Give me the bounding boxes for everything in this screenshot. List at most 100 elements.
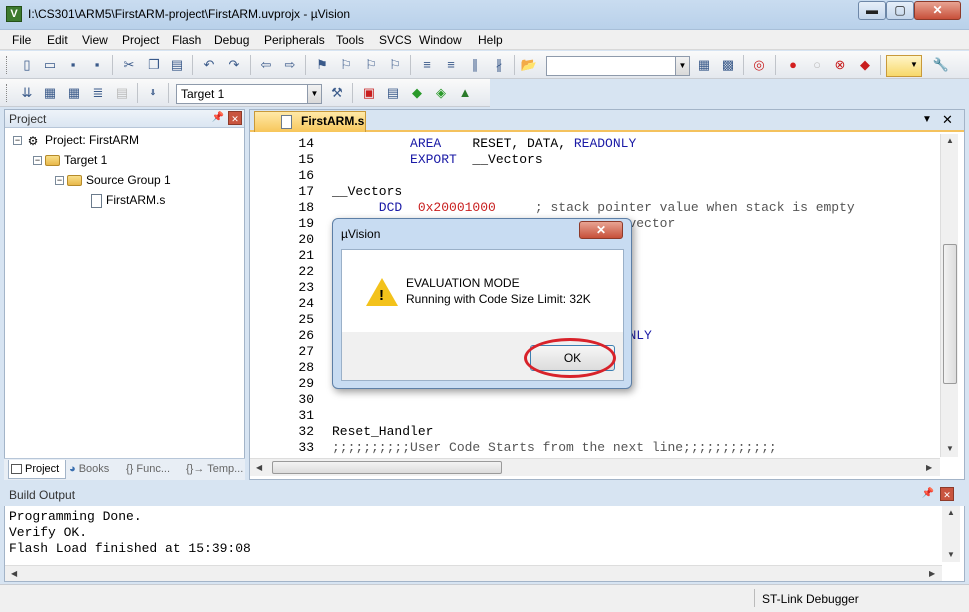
close-icon[interactable]: ✕ xyxy=(228,111,242,125)
tab-firstarm-s[interactable]: FirstARM.s xyxy=(254,111,366,132)
scroll-left-icon[interactable]: ◀ xyxy=(11,569,17,578)
translate-icon[interactable]: ⇊ xyxy=(18,84,36,102)
configure-icon[interactable]: 🔧 xyxy=(932,56,950,74)
chevron-down-icon[interactable]: ▼ xyxy=(307,85,321,103)
horizontal-scroll-thumb[interactable] xyxy=(272,461,502,474)
collapse-icon[interactable]: − xyxy=(55,176,64,186)
batch-build-icon[interactable]: ≣ xyxy=(89,84,107,102)
disable-breakpoints-icon[interactable]: ⊗ xyxy=(831,56,849,74)
scroll-right-icon[interactable]: ▶ xyxy=(929,569,935,578)
enable-breakpoint-icon[interactable]: ○ xyxy=(808,56,826,74)
tree-item-source-group[interactable]: − Source Group 1 xyxy=(55,171,171,189)
kill-breakpoints-icon[interactable]: ◆ xyxy=(856,56,874,74)
search-combo[interactable]: ▼ xyxy=(546,56,690,76)
manage-project-items-icon[interactable]: ▣ xyxy=(360,84,378,102)
find-icon[interactable]: ▦ xyxy=(695,56,713,74)
stop-build-icon[interactable]: ▤ xyxy=(113,84,131,102)
scroll-down-icon[interactable]: ▼ xyxy=(946,444,954,453)
new-file-icon[interactable]: ▯ xyxy=(18,56,36,74)
copy-icon[interactable]: ❐ xyxy=(145,56,163,74)
editor-vertical-scrollbar[interactable]: ▲ ▼ xyxy=(940,134,958,457)
menu-project[interactable]: Project xyxy=(122,33,159,47)
target-options-icon[interactable]: ⚒ xyxy=(328,84,346,102)
menu-edit[interactable]: Edit xyxy=(47,33,68,47)
dialog-close-button[interactable]: ✕ xyxy=(579,221,623,239)
comment-icon[interactable]: ∥ xyxy=(466,56,484,74)
tree-item-target[interactable]: − Target 1 xyxy=(33,151,107,169)
save-all-icon[interactable]: ▪ xyxy=(88,56,106,74)
select-packs-icon[interactable]: ▤ xyxy=(384,84,402,102)
open-file-icon[interactable]: ▭ xyxy=(41,56,59,74)
close-tab-icon[interactable]: ✕ xyxy=(942,112,953,128)
target-select[interactable]: Target 1 ▼ xyxy=(176,84,322,104)
close-button[interactable]: ✕ xyxy=(914,1,961,20)
next-bookmark-icon[interactable]: ⚐ xyxy=(362,56,380,74)
unindent-icon[interactable]: ≡ xyxy=(442,56,460,74)
minimize-button[interactable]: ▬ xyxy=(858,1,886,20)
uncomment-icon[interactable]: ∦ xyxy=(490,56,508,74)
tree-item-file[interactable]: FirstARM.s xyxy=(91,191,165,209)
build-output-horizontal-scrollbar[interactable]: ◀ ▶ xyxy=(5,565,942,581)
bookmark-icon[interactable]: ⚑ xyxy=(313,56,331,74)
start-debug-icon[interactable]: ◎ xyxy=(750,56,768,74)
scroll-down-icon[interactable]: ▼ xyxy=(947,550,955,559)
save-icon[interactable]: ▪ xyxy=(64,56,82,74)
window-layout-button[interactable]: ▼ xyxy=(886,55,922,77)
code-line[interactable]: 15 EXPORT __Vectors xyxy=(250,152,940,168)
tab-project[interactable]: Project xyxy=(8,460,66,479)
build-icon[interactable]: ▦ xyxy=(41,84,59,102)
menu-flash[interactable]: Flash xyxy=(172,33,201,47)
paste-icon[interactable]: ▤ xyxy=(168,56,186,74)
rebuild-icon[interactable]: ▦ xyxy=(65,84,83,102)
code-line[interactable]: 30 xyxy=(250,392,940,408)
menu-svcs[interactable]: SVCS xyxy=(379,33,412,47)
prev-bookmark-icon[interactable]: ⚐ xyxy=(337,56,355,74)
tab-templates[interactable]: {}→ Temp... xyxy=(184,460,244,479)
indent-icon[interactable]: ≡ xyxy=(418,56,436,74)
code-line[interactable]: 14 AREA RESET, DATA, READONLY xyxy=(250,136,940,152)
editor-horizontal-scrollbar[interactable]: ◀ ▶ xyxy=(250,458,940,476)
code-line[interactable]: 17 __Vectors xyxy=(250,184,940,200)
scroll-left-icon[interactable]: ◀ xyxy=(256,463,262,472)
toolbar-grip[interactable] xyxy=(6,84,9,102)
cut-icon[interactable]: ✂ xyxy=(120,56,138,74)
download-icon[interactable]: ⇓ xyxy=(144,84,162,102)
maximize-button[interactable]: ▢ xyxy=(886,1,914,20)
tab-list-dropdown-icon[interactable]: ▼ xyxy=(922,114,932,125)
collapse-icon[interactable]: − xyxy=(13,136,22,146)
scroll-right-icon[interactable]: ▶ xyxy=(926,463,932,472)
pin-icon[interactable]: 📌 xyxy=(211,111,225,125)
insert-breakpoint-icon[interactable]: ● xyxy=(784,56,802,74)
pack-installer-icon[interactable]: ◈ xyxy=(432,84,450,102)
find-in-files-icon[interactable]: 📂 xyxy=(520,56,538,74)
menu-view[interactable]: View xyxy=(82,33,108,47)
tab-books[interactable]: ◕ Books xyxy=(67,460,122,479)
menu-debug[interactable]: Debug xyxy=(214,33,249,47)
chevron-down-icon[interactable]: ▼ xyxy=(907,56,921,76)
toolbar-grip[interactable] xyxy=(6,56,9,74)
collapse-icon[interactable]: − xyxy=(33,156,42,166)
menu-help[interactable]: Help xyxy=(478,33,503,47)
menu-tools[interactable]: Tools xyxy=(336,33,364,47)
code-line[interactable]: 31 xyxy=(250,408,940,424)
close-icon[interactable]: ✕ xyxy=(940,487,954,501)
manage-rte-icon[interactable]: ◆ xyxy=(408,84,426,102)
menu-peripherals[interactable]: Peripherals xyxy=(264,33,325,47)
chevron-down-icon[interactable]: ▼ xyxy=(675,57,689,75)
vertical-scroll-thumb[interactable] xyxy=(943,244,957,384)
code-line[interactable]: 33 ;;;;;;;;;;User Code Starts from the ne… xyxy=(250,440,940,456)
code-line[interactable]: 32 Reset_Handler xyxy=(250,424,940,440)
navigate-forward-icon[interactable]: ⇨ xyxy=(281,56,299,74)
menu-file[interactable]: File xyxy=(12,33,31,47)
tree-item-project[interactable]: − ⚙ Project: FirstARM xyxy=(13,131,139,149)
incremental-find-icon[interactable]: ▩ xyxy=(719,56,737,74)
code-line[interactable]: 16 xyxy=(250,168,940,184)
redo-icon[interactable]: ↷ xyxy=(225,56,243,74)
scroll-up-icon[interactable]: ▲ xyxy=(947,508,955,517)
pin-icon[interactable]: 📌 xyxy=(921,487,935,501)
menu-window[interactable]: Window xyxy=(419,33,462,47)
undo-icon[interactable]: ↶ xyxy=(200,56,218,74)
navigate-back-icon[interactable]: ⇦ xyxy=(257,56,275,74)
code-line[interactable]: 18 DCD 0x20001000 ; stack pointer value … xyxy=(250,200,940,216)
scroll-up-icon[interactable]: ▲ xyxy=(946,136,954,145)
